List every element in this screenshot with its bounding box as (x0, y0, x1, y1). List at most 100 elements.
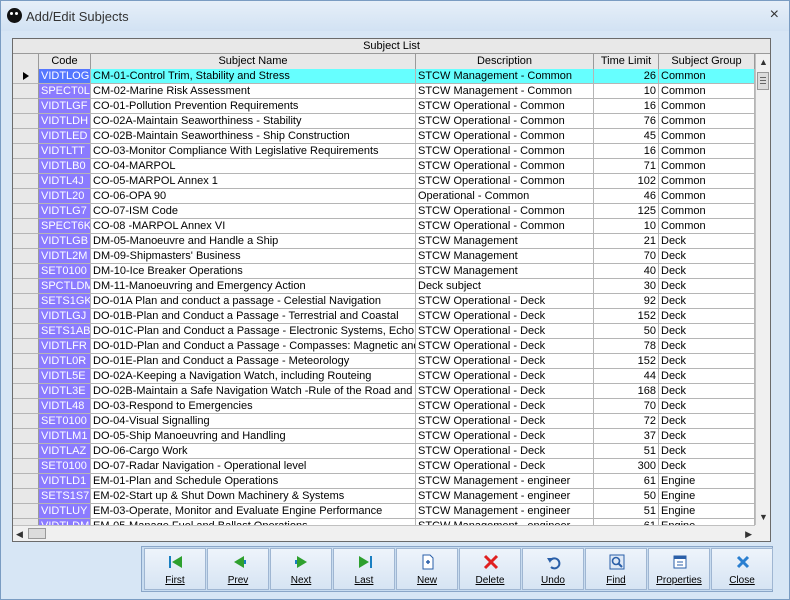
code-cell[interactable]: VIDTLB0 (39, 159, 91, 174)
column-header-description[interactable]: Description (416, 54, 594, 69)
time-limit-cell[interactable]: 45 (594, 129, 659, 144)
subject-group-cell[interactable]: Common (659, 84, 755, 99)
row-indicator[interactable] (13, 339, 39, 354)
description-cell[interactable]: STCW Operational - Common (416, 219, 594, 234)
code-cell[interactable]: VIDTL20 (39, 189, 91, 204)
column-header-subject-group[interactable]: Subject Group (659, 54, 755, 69)
row-indicator[interactable] (13, 174, 39, 189)
table-row[interactable]: VIDTLGF CO-01-Pollution Prevention Requir… (13, 99, 755, 114)
description-cell[interactable]: STCW Management (416, 249, 594, 264)
time-limit-cell[interactable]: 30 (594, 279, 659, 294)
table-row[interactable]: VIDTLG7 CO-07-ISM Code STCW Operational - … (13, 204, 755, 219)
time-limit-cell[interactable]: 37 (594, 429, 659, 444)
column-header-code[interactable]: Code (39, 54, 91, 69)
scroll-up-icon[interactable]: ▲ (759, 57, 768, 67)
subject-name-cell[interactable]: EM-02-Start up & Shut Down Machinery & S… (91, 489, 416, 504)
subject-group-cell[interactable]: Engine (659, 489, 755, 504)
subject-name-cell[interactable]: CO-02B-Maintain Seaworthiness - Ship Con… (91, 129, 416, 144)
table-row[interactable]: SET0100 DO-04-Visual Signalling STCW Opera… (13, 414, 755, 429)
subject-name-cell[interactable]: DO-07-Radar Navigation - Operational lev… (91, 459, 416, 474)
description-cell[interactable]: STCW Operational - Deck (416, 399, 594, 414)
subject-group-cell[interactable]: Common (659, 189, 755, 204)
close-button[interactable]: Close (711, 548, 773, 590)
table-row[interactable]: VIDTLGJ DO-01B-Plan and Conduct a Passage… (13, 309, 755, 324)
subject-name-cell[interactable]: DO-06-Cargo Work (91, 444, 416, 459)
code-cell[interactable]: VIDTLAZ (39, 444, 91, 459)
table-row[interactable]: VIDTLB0 CO-04-MARPOL STCW Operational - Co… (13, 159, 755, 174)
description-cell[interactable]: STCW Management (416, 264, 594, 279)
window-close-icon[interactable]: × (770, 6, 779, 24)
table-row[interactable]: VIDTL2M DM-09-Shipmasters' Business STCW M… (13, 249, 755, 264)
subject-name-cell[interactable]: CO-03-Monitor Compliance With Legislativ… (91, 144, 416, 159)
description-cell[interactable]: STCW Operational - Deck (416, 369, 594, 384)
code-cell[interactable]: VIDTLUY (39, 504, 91, 519)
description-cell[interactable]: STCW Operational - Deck (416, 339, 594, 354)
subject-group-cell[interactable]: Deck (659, 399, 755, 414)
new-button[interactable]: New (396, 548, 458, 590)
time-limit-cell[interactable]: 92 (594, 294, 659, 309)
description-cell[interactable]: STCW Management - Common (416, 69, 594, 84)
code-cell[interactable]: VIDTL3E (39, 384, 91, 399)
description-cell[interactable]: STCW Operational - Common (416, 174, 594, 189)
row-indicator[interactable] (13, 384, 39, 399)
time-limit-cell[interactable]: 152 (594, 309, 659, 324)
table-row[interactable]: SETS1GK DO-01A Plan and conduct a passage… (13, 294, 755, 309)
subject-name-cell[interactable]: DM-11-Manoeuvring and Emergency Action (91, 279, 416, 294)
table-row[interactable]: SPCTLDM DM-11-Manoeuvring and Emergency A… (13, 279, 755, 294)
time-limit-cell[interactable]: 44 (594, 369, 659, 384)
code-cell[interactable]: VIDTL5E (39, 369, 91, 384)
table-row[interactable]: SETS1AB DO-01C-Plan and Conduct a Passage… (13, 324, 755, 339)
prev-button[interactable]: Prev (207, 548, 269, 590)
time-limit-cell[interactable]: 10 (594, 84, 659, 99)
subject-name-cell[interactable]: DO-02A-Keeping a Navigation Watch, inclu… (91, 369, 416, 384)
time-limit-cell[interactable]: 61 (594, 474, 659, 489)
subject-group-cell[interactable]: Deck (659, 249, 755, 264)
description-cell[interactable]: STCW Operational - Common (416, 114, 594, 129)
subject-group-cell[interactable]: Deck (659, 354, 755, 369)
subject-name-cell[interactable]: CO-07-ISM Code (91, 204, 416, 219)
row-indicator[interactable] (13, 474, 39, 489)
subject-name-cell[interactable]: EM-01-Plan and Schedule Operations (91, 474, 416, 489)
table-row[interactable]: VIDTLFR DO-01D-Plan and Conduct a Passage… (13, 339, 755, 354)
time-limit-cell[interactable]: 16 (594, 144, 659, 159)
table-row[interactable]: VIDTL48 DO-03-Respond to Emergencies STCW … (13, 399, 755, 414)
subject-group-cell[interactable]: Common (659, 159, 755, 174)
time-limit-cell[interactable]: 40 (594, 264, 659, 279)
subject-name-cell[interactable]: CM-02-Marine Risk Assessment (91, 84, 416, 99)
time-limit-cell[interactable]: 102 (594, 174, 659, 189)
time-limit-cell[interactable]: 26 (594, 69, 659, 84)
subject-name-cell[interactable]: DO-01C-Plan and Conduct a Passage - Elec… (91, 324, 416, 339)
subject-group-cell[interactable]: Common (659, 99, 755, 114)
code-cell[interactable]: VIDTLDH (39, 114, 91, 129)
table-row[interactable]: VIDTLED CO-02B-Maintain Seaworthiness - S… (13, 129, 755, 144)
code-cell[interactable]: VIDTLM1 (39, 429, 91, 444)
time-limit-cell[interactable]: 168 (594, 384, 659, 399)
delete-button[interactable]: Delete (459, 548, 521, 590)
subject-name-cell[interactable]: DO-01B-Plan and Conduct a Passage - Terr… (91, 309, 416, 324)
row-indicator[interactable] (13, 129, 39, 144)
subject-name-cell[interactable]: CO-08 -MARPOL Annex VI (91, 219, 416, 234)
time-limit-cell[interactable]: 51 (594, 444, 659, 459)
description-cell[interactable]: STCW Operational - Common (416, 159, 594, 174)
subject-name-cell[interactable]: DM-10-Ice Breaker Operations (91, 264, 416, 279)
subject-name-cell[interactable]: DO-01E-Plan and Conduct a Passage - Mete… (91, 354, 416, 369)
table-row[interactable]: VIDTLDH CO-02A-Maintain Seaworthiness - S… (13, 114, 755, 129)
row-indicator[interactable] (13, 444, 39, 459)
row-indicator[interactable] (13, 429, 39, 444)
code-cell[interactable]: SET0100 (39, 264, 91, 279)
subject-group-cell[interactable]: Engine (659, 474, 755, 489)
vertical-scrollbar[interactable]: ▲ ▼ (755, 54, 770, 525)
time-limit-cell[interactable]: 125 (594, 204, 659, 219)
subject-name-cell[interactable]: CO-06-OPA 90 (91, 189, 416, 204)
horizontal-scroll-thumb[interactable] (28, 528, 46, 539)
table-row[interactable]: SPECT0L CM-02-Marine Risk Assessment STCW … (13, 84, 755, 99)
row-indicator[interactable] (13, 69, 39, 84)
code-cell[interactable]: VIDTLD1 (39, 474, 91, 489)
time-limit-cell[interactable]: 16 (594, 99, 659, 114)
description-cell[interactable]: STCW Operational - Deck (416, 414, 594, 429)
code-cell[interactable]: SPCTLDM (39, 279, 91, 294)
table-row[interactable]: VIDTLD1 EM-01-Plan and Schedule Operation… (13, 474, 755, 489)
table-row[interactable]: VIDTLM1 DO-05-Ship Manoeuvring and Handli… (13, 429, 755, 444)
table-row[interactable]: VIDTL5E DO-02A-Keeping a Navigation Watch… (13, 369, 755, 384)
table-row[interactable]: SET0100 DO-07-Radar Navigation - Operatio… (13, 459, 755, 474)
